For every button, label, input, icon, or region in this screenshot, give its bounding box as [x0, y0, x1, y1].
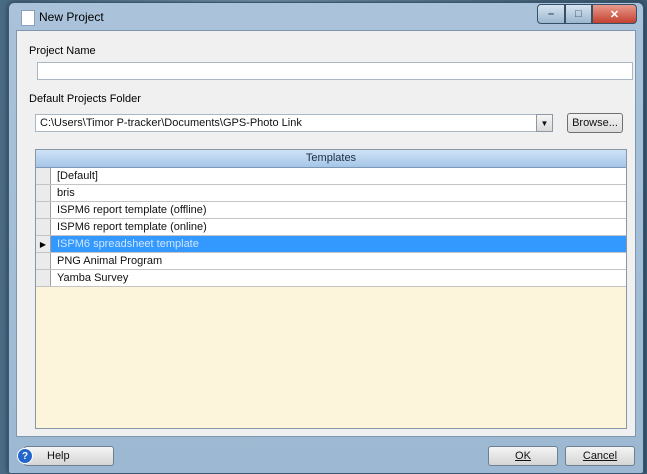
minimize-button[interactable]: – — [537, 4, 565, 24]
template-row[interactable]: bris — [36, 185, 626, 202]
row-selector[interactable] — [36, 185, 51, 201]
help-label: Help — [47, 450, 70, 462]
default-folder-combo[interactable]: C:\Users\Timor P-tracker\Documents\GPS-P… — [35, 114, 553, 132]
help-icon: ? — [17, 448, 33, 464]
window-title: New Project — [39, 10, 104, 24]
help-button[interactable]: ? Help — [17, 446, 114, 466]
cancel-button[interactable]: Cancel — [565, 446, 635, 466]
window-icon — [21, 10, 35, 26]
templates-header: Templates — [36, 150, 626, 168]
new-project-window: New Project – □ ✕ Project Name Default P… — [8, 2, 644, 474]
template-name: ISPM6 report template (online) — [57, 221, 207, 233]
row-selector[interactable] — [36, 219, 51, 235]
template-name: [Default] — [57, 170, 98, 182]
project-name-label: Project Name — [29, 45, 96, 57]
row-selector[interactable] — [36, 253, 51, 269]
chevron-down-icon[interactable]: ▼ — [536, 114, 553, 132]
current-row-arrow-icon[interactable]: ▶ — [36, 236, 51, 252]
maximize-button[interactable]: □ — [565, 4, 592, 24]
template-row[interactable]: ISPM6 report template (online) — [36, 219, 626, 236]
template-name: bris — [57, 187, 75, 199]
templates-grid: Templates [Default] bris ISPM6 report te… — [35, 149, 627, 429]
template-name: Yamba Survey — [57, 272, 129, 284]
template-row[interactable]: PNG Animal Program — [36, 253, 626, 270]
ok-button[interactable]: OK — [488, 446, 558, 466]
template-name: ISPM6 report template (offline) — [57, 204, 207, 216]
title-bar[interactable]: New Project – □ ✕ — [9, 3, 643, 31]
button-bar: ? Help OK Cancel — [9, 435, 643, 473]
window-controls: – □ ✕ — [537, 4, 637, 24]
template-row[interactable]: ISPM6 report template (offline) — [36, 202, 626, 219]
default-folder-label: Default Projects Folder — [29, 93, 141, 105]
row-selector[interactable] — [36, 270, 51, 286]
close-button[interactable]: ✕ — [592, 4, 637, 24]
template-name: PNG Animal Program — [57, 255, 163, 267]
project-name-input[interactable] — [37, 62, 633, 80]
row-selector[interactable] — [36, 168, 51, 184]
row-selector[interactable] — [36, 202, 51, 218]
browse-button[interactable]: Browse... — [567, 113, 623, 133]
template-row[interactable]: Yamba Survey — [36, 270, 626, 287]
template-row[interactable]: [Default] — [36, 168, 626, 185]
template-name: ISPM6 spreadsheet template — [57, 238, 199, 250]
template-row-selected[interactable]: ▶ ISPM6 spreadsheet template — [36, 236, 626, 253]
